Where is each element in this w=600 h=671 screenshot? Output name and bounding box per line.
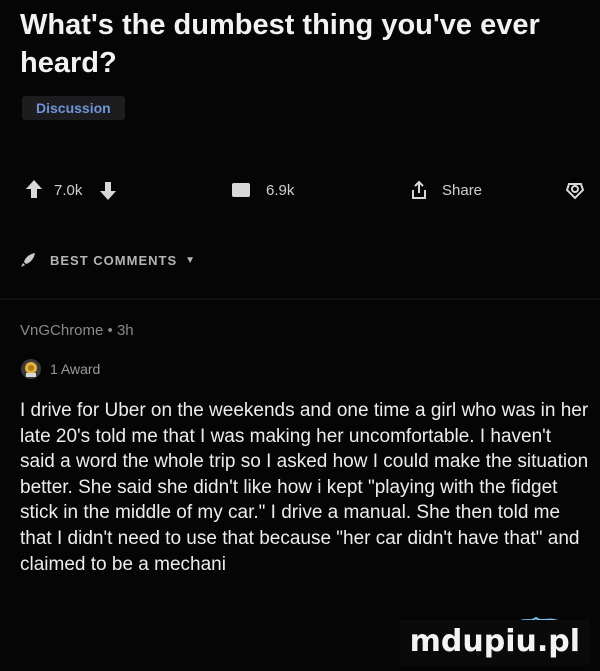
post-flair[interactable]: Discussion [22, 96, 125, 120]
sort-label: BEST COMMENTS [50, 252, 178, 268]
comment-author-time[interactable]: VnGChrome • 3h [20, 322, 134, 339]
vote-control: 7.0k [26, 176, 118, 204]
rocket-icon [21, 253, 35, 267]
arrow-down-icon[interactable] [100, 180, 118, 200]
post-title: What's the dumbest thing you've ever hea… [20, 9, 540, 79]
share-label: Share [442, 181, 483, 199]
arrow-up-icon[interactable] [26, 180, 44, 200]
gift-award-icon[interactable] [566, 180, 584, 200]
comment-award[interactable]: 1 Award [20, 358, 100, 380]
comments-button[interactable]: 6.9k [232, 176, 294, 204]
comment-count: 6.9k [266, 181, 295, 199]
share-icon [412, 180, 426, 199]
comment-sort-dropdown[interactable]: BEST COMMENTS ▼ [20, 252, 196, 268]
comment-bubble-icon [232, 183, 250, 197]
vote-score: 7.0k [54, 181, 83, 199]
chevron-down-icon: ▼ [185, 254, 197, 266]
award-count: 1 Award [50, 361, 101, 377]
comment-body: I drive for Uber on the weekends and one… [20, 400, 589, 575]
watermark: mdupiu.pl [399, 620, 590, 665]
post-action-bar: 7.0k 6.9k Share [0, 176, 600, 204]
award-medal-icon [21, 359, 41, 379]
section-divider [0, 298, 600, 300]
share-button[interactable]: Share [410, 176, 482, 204]
